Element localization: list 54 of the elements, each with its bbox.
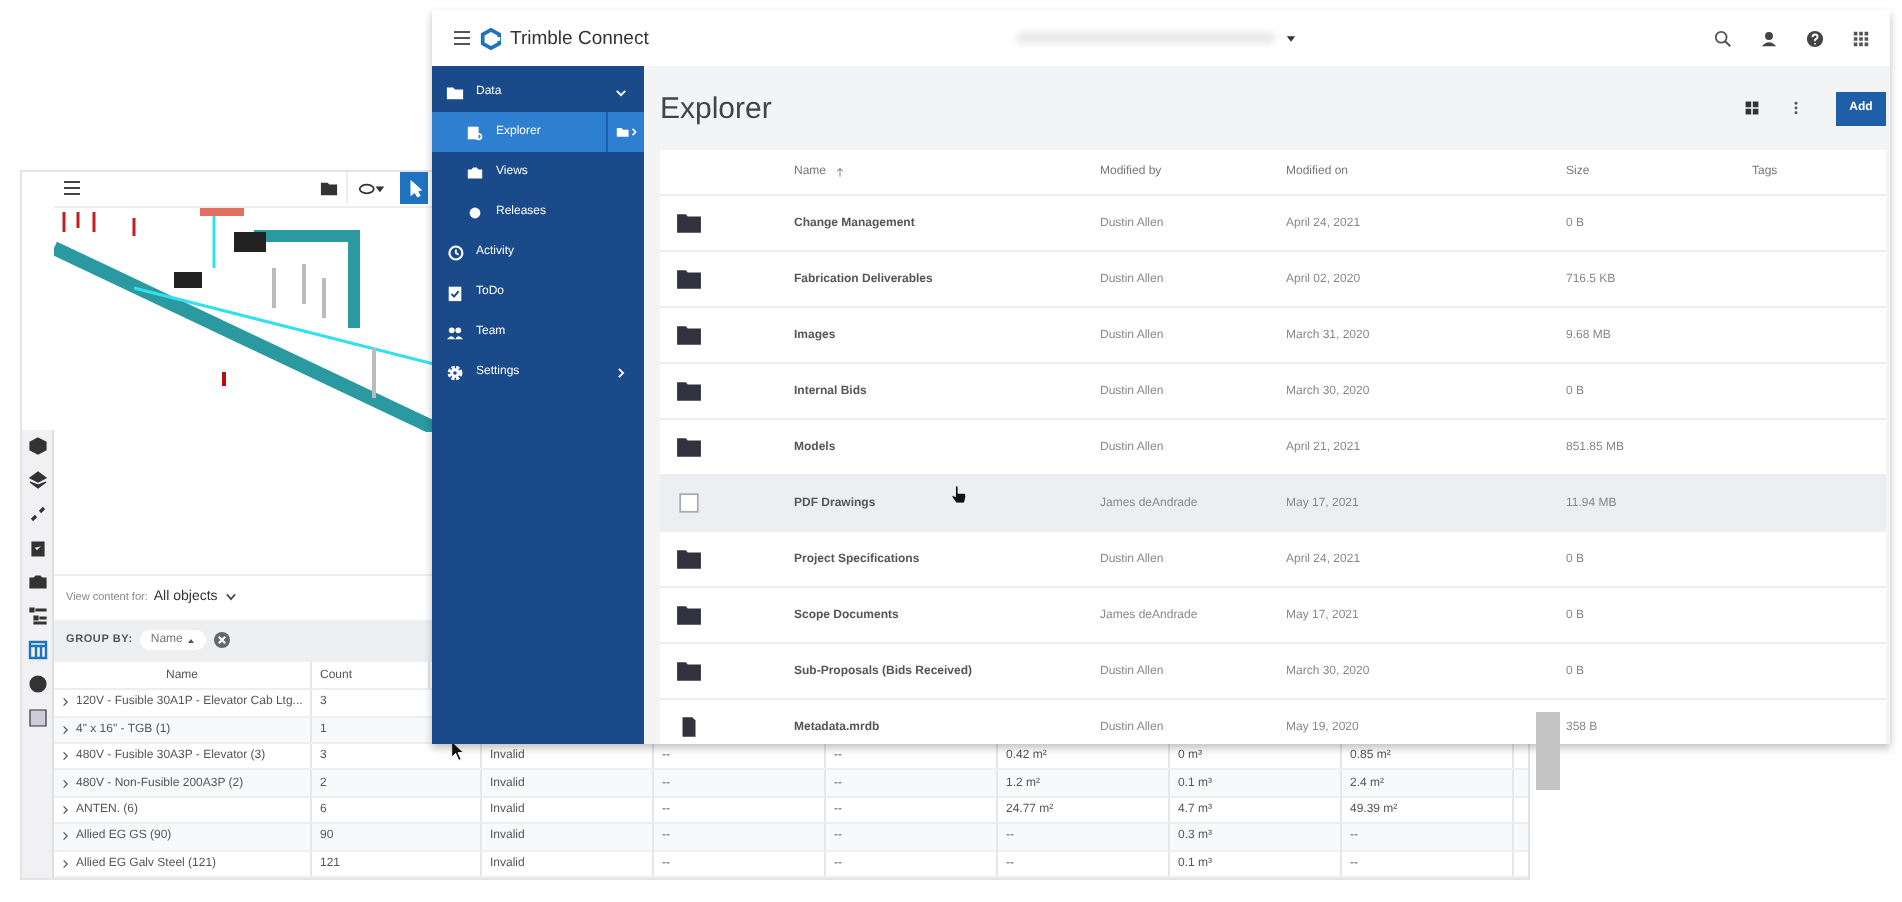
folder-icon xyxy=(676,548,702,570)
chevron-right-icon[interactable] xyxy=(62,723,70,736)
camera-icon[interactable] xyxy=(27,572,47,592)
dot-icon xyxy=(466,203,484,221)
help-icon[interactable] xyxy=(1806,29,1824,47)
folder-icon xyxy=(676,436,702,458)
remove-icon[interactable] xyxy=(214,632,231,649)
link-icon[interactable] xyxy=(27,504,47,524)
image-icon[interactable] xyxy=(27,708,47,728)
folder-icon xyxy=(676,604,702,626)
hand-cursor-icon xyxy=(950,484,968,506)
chevron-right-icon[interactable] xyxy=(62,777,70,790)
grid-view-icon[interactable] xyxy=(1744,100,1760,116)
document-search-icon xyxy=(466,123,484,141)
people-icon xyxy=(446,323,464,341)
history-icon xyxy=(446,243,464,261)
folder-icon xyxy=(676,268,702,290)
user-icon[interactable] xyxy=(1760,29,1778,47)
checkbox[interactable] xyxy=(676,492,702,514)
menu-icon[interactable] xyxy=(62,178,82,199)
apps-icon[interactable] xyxy=(1852,29,1870,47)
camera-icon xyxy=(466,163,484,181)
chevron-down-icon xyxy=(614,85,628,99)
app-title: Trimble Connect xyxy=(510,27,649,49)
clipboard-check-icon xyxy=(446,283,464,301)
table-icon[interactable] xyxy=(27,640,47,660)
pointer-icon xyxy=(405,179,423,198)
caret-icon[interactable] xyxy=(1284,31,1299,45)
search-icon[interactable] xyxy=(1714,29,1732,47)
chevron-right-icon[interactable] xyxy=(62,696,70,709)
folder-icon xyxy=(676,212,702,234)
layers-icon[interactable] xyxy=(27,470,47,490)
logo-icon xyxy=(480,27,502,49)
chevron-right-icon[interactable] xyxy=(62,857,70,870)
orbit-icon xyxy=(358,179,386,198)
tree-list-icon[interactable] xyxy=(27,606,47,626)
folder-chevron-icon[interactable] xyxy=(615,124,637,140)
folder-icon xyxy=(676,324,702,346)
settings-icon xyxy=(446,363,464,381)
clipboard-icon[interactable] xyxy=(27,538,47,558)
scrollbar-thumb[interactable] xyxy=(1536,712,1560,790)
chevron-right-icon[interactable] xyxy=(62,750,70,763)
sort-up-icon xyxy=(186,635,197,646)
cube-icon[interactable] xyxy=(27,436,47,456)
select-button[interactable] xyxy=(400,172,428,205)
folder-icon xyxy=(676,380,702,402)
folder-icon xyxy=(319,179,337,198)
folder-icon xyxy=(446,83,464,101)
menu-icon[interactable] xyxy=(452,28,472,48)
page-title: Explorer xyxy=(660,91,772,125)
chevron-down-icon xyxy=(223,590,238,605)
chevron-right-icon xyxy=(614,365,628,379)
info-icon[interactable] xyxy=(27,674,47,694)
pointer-cursor-icon xyxy=(450,740,466,762)
